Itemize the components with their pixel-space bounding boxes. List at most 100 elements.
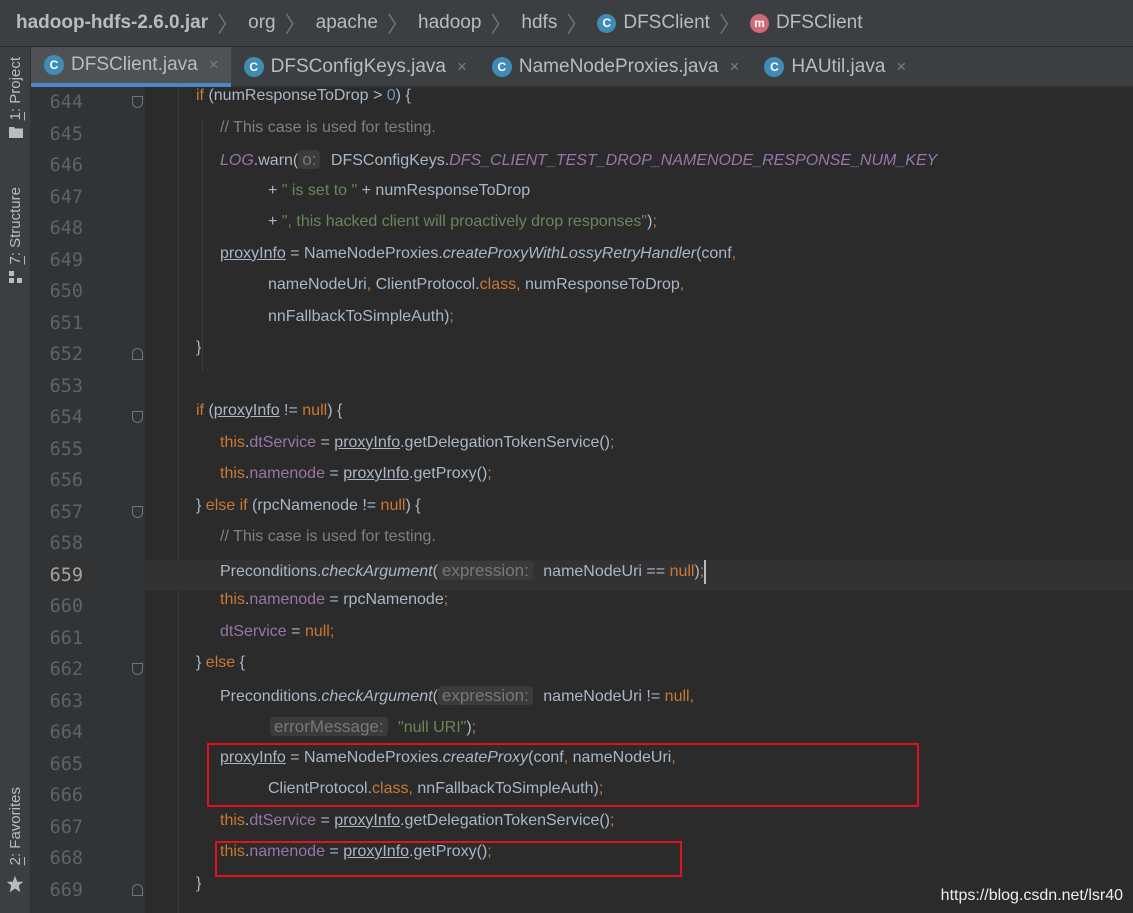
code-line-669: } bbox=[196, 874, 202, 892]
project-tool-label: 1: Project bbox=[7, 57, 24, 121]
param-hint: o: bbox=[298, 150, 321, 169]
code-line-648: + ", this hacked client will proactively… bbox=[268, 213, 657, 230]
line-number[interactable]: 657 bbox=[31, 497, 83, 529]
code-line-664: errorMessage: "null URI"); bbox=[270, 717, 476, 737]
close-icon[interactable]: × bbox=[729, 57, 739, 77]
chevron-right-icon: 〉 bbox=[386, 12, 409, 37]
line-number[interactable]: 664 bbox=[31, 717, 83, 749]
code-line-646: LOG.warn(o: DFSConfigKeys.DFS_CLIENT_TES… bbox=[220, 150, 938, 169]
breadcrumb-class[interactable]: C DFSClient bbox=[597, 12, 710, 34]
class-icon: C bbox=[764, 57, 785, 77]
chevron-right-icon: 〉 bbox=[490, 12, 513, 37]
line-number[interactable]: 653 bbox=[31, 371, 83, 403]
fold-marker-icon[interactable] bbox=[132, 348, 143, 360]
editor-tabs: C DFSClient.java × C DFSConfigKeys.java … bbox=[31, 47, 1133, 87]
line-number[interactable]: 649 bbox=[31, 245, 83, 277]
line-number[interactable]: 658 bbox=[31, 528, 83, 560]
breadcrumb-org[interactable]: org bbox=[248, 12, 275, 34]
code-line-663: Preconditions.checkArgument(expression: … bbox=[220, 685, 695, 705]
tab-hautil[interactable]: C HAUtil.java × bbox=[751, 47, 918, 87]
tab-dfsclient[interactable]: C DFSClient.java × bbox=[31, 47, 231, 87]
line-number[interactable]: 665 bbox=[31, 749, 83, 781]
param-hint: errorMessage: bbox=[270, 717, 388, 736]
breadcrumb-method-label: DFSClient bbox=[775, 12, 863, 33]
code-line-657: } else if (rpcNamenode != null) { bbox=[196, 496, 421, 514]
line-number[interactable]: 656 bbox=[31, 465, 83, 497]
favorites-tool-button[interactable]: 2: Favorites bbox=[0, 787, 31, 865]
gutter-row: 661 bbox=[31, 623, 1133, 655]
line-number[interactable]: 663 bbox=[31, 686, 83, 718]
method-icon: m bbox=[749, 13, 769, 33]
class-icon: C bbox=[44, 55, 64, 75]
gutter-row: 656 bbox=[31, 465, 1133, 497]
fold-marker-icon[interactable] bbox=[132, 663, 143, 675]
code-line-647: + " is set to " + numResponseToDrop bbox=[268, 181, 531, 199]
breadcrumb: hadoop-hdfs-2.6.0.jar 〉 org 〉 apache 〉 h… bbox=[0, 0, 1133, 47]
tool-window-strip: 1: Project 7: Structure 2: Favorites bbox=[0, 47, 31, 913]
gutter-row: 651 bbox=[31, 308, 1133, 340]
line-number[interactable]: 650 bbox=[31, 276, 83, 308]
code-line-658: // This case is used for testing. bbox=[220, 528, 436, 545]
line-number[interactable]: 659 bbox=[31, 560, 83, 592]
line-number[interactable]: 669 bbox=[31, 875, 83, 907]
line-number[interactable]: 648 bbox=[31, 213, 83, 245]
folder-icon bbox=[8, 127, 23, 139]
breadcrumb-hadoop[interactable]: hadoop bbox=[418, 12, 481, 34]
code-line-645: // This case is used for testing. bbox=[220, 118, 436, 136]
param-hint: expression: bbox=[437, 685, 533, 705]
close-icon[interactable]: × bbox=[209, 55, 219, 75]
tab-label: DFSConfigKeys.java bbox=[270, 56, 446, 77]
highlight-box bbox=[215, 841, 682, 877]
line-number[interactable]: 645 bbox=[31, 119, 83, 151]
fold-marker-icon[interactable] bbox=[132, 96, 143, 108]
breadcrumb-jar[interactable]: hadoop-hdfs-2.6.0.jar bbox=[16, 12, 208, 34]
breadcrumb-hdfs[interactable]: hdfs bbox=[521, 12, 557, 34]
line-number[interactable]: 667 bbox=[31, 812, 83, 844]
structure-tool-button[interactable]: 7: Structure bbox=[0, 187, 31, 283]
code-line-660: this.namenode = rpcNamenode; bbox=[220, 591, 449, 608]
gutter-row: 647 bbox=[31, 182, 1133, 214]
watermark: https://blog.csdn.net/lsr40 bbox=[940, 887, 1123, 904]
line-number[interactable]: 647 bbox=[31, 182, 83, 214]
project-tool-button[interactable]: 1: Project bbox=[0, 57, 31, 139]
line-number[interactable]: 660 bbox=[31, 591, 83, 623]
line-number[interactable]: 662 bbox=[31, 654, 83, 686]
code-editor[interactable]: 644 645 646 647 648 649 650 651 652 653 654 655 656 6… bbox=[31, 87, 1133, 913]
line-number[interactable]: 655 bbox=[31, 434, 83, 466]
fold-marker-icon[interactable] bbox=[132, 411, 143, 423]
highlight-box bbox=[207, 743, 919, 807]
gutter-row: 653 bbox=[31, 371, 1133, 403]
code-line-644: if (numResponseToDrop > 0) { bbox=[196, 87, 411, 104]
line-number[interactable]: 644 bbox=[31, 87, 83, 119]
close-icon[interactable]: × bbox=[896, 57, 906, 77]
tab-label: NameNodeProxies.java bbox=[518, 56, 719, 77]
line-number[interactable]: 654 bbox=[31, 402, 83, 434]
code-line-652: } bbox=[196, 339, 202, 356]
gutter-row: 660 bbox=[31, 591, 1133, 623]
line-number[interactable]: 646 bbox=[31, 150, 83, 182]
code-line-650: nameNodeUri, ClientProtocol.class, numRe… bbox=[268, 276, 685, 293]
breadcrumb-apache[interactable]: apache bbox=[316, 12, 378, 34]
breadcrumb-method[interactable]: m DFSClient bbox=[749, 12, 863, 34]
close-icon[interactable]: × bbox=[457, 57, 467, 77]
tab-namenodeproxies[interactable]: C NameNodeProxies.java × bbox=[479, 47, 752, 87]
line-number[interactable]: 661 bbox=[31, 623, 83, 655]
line-number[interactable]: 666 bbox=[31, 780, 83, 812]
code-line-667: this.dtService = proxyInfo.getDelegation… bbox=[220, 811, 615, 829]
tab-label: DFSClient.java bbox=[71, 54, 198, 75]
line-number[interactable]: 651 bbox=[31, 308, 83, 340]
tab-label: HAUtil.java bbox=[791, 56, 886, 77]
fold-marker-icon[interactable] bbox=[132, 883, 143, 896]
fold-marker-icon[interactable] bbox=[132, 505, 143, 518]
code-line-656: this.namenode = proxyInfo.getProxy(); bbox=[220, 465, 492, 482]
code-line-651: nnFallbackToSimpleAuth); bbox=[268, 307, 454, 325]
structure-tool-label: 7: Structure bbox=[7, 187, 24, 265]
gutter-row: 658 bbox=[31, 528, 1133, 560]
star-icon bbox=[6, 875, 24, 893]
line-number[interactable]: 652 bbox=[31, 339, 83, 371]
line-number[interactable]: 668 bbox=[31, 843, 83, 875]
code-line-655: this.dtService = proxyInfo.getDelegation… bbox=[220, 433, 615, 451]
gutter-row: 645 bbox=[31, 119, 1133, 151]
tab-dfsconfigkeys[interactable]: C DFSConfigKeys.java × bbox=[231, 47, 479, 87]
chevron-right-icon: 〉 bbox=[718, 12, 741, 37]
